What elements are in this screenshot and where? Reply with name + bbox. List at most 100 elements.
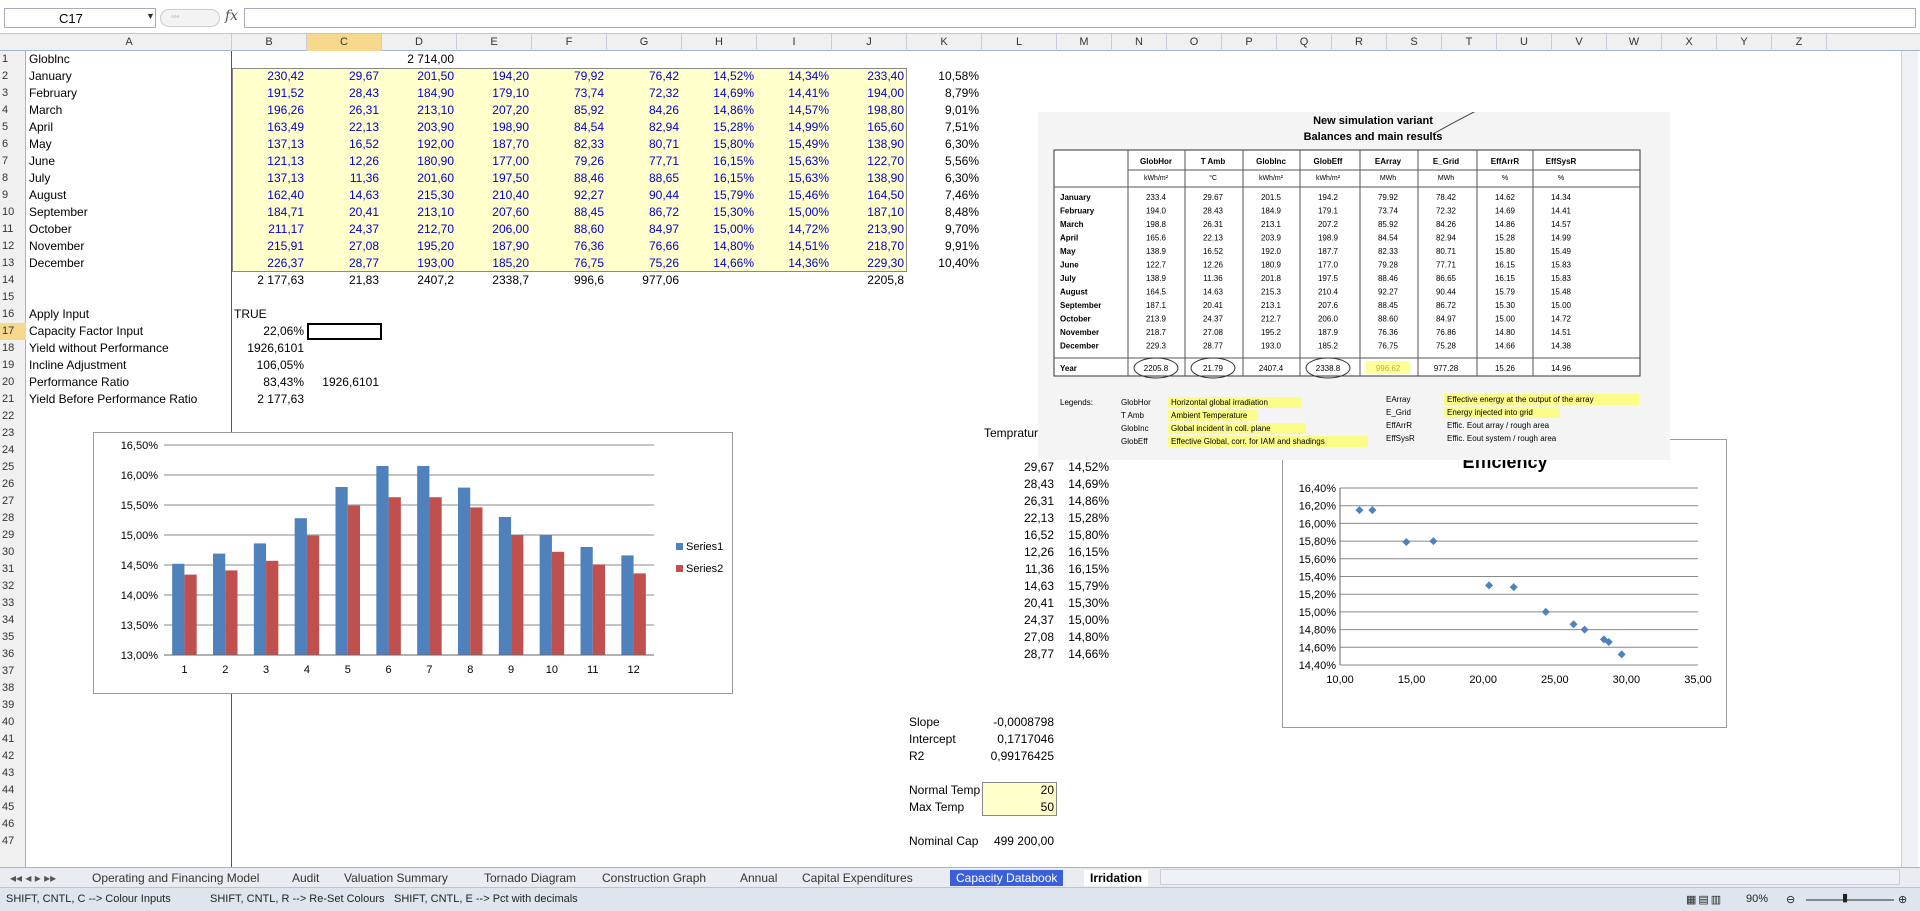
cell-H2[interactable]: 14,52% [682,68,757,85]
row-header-4[interactable]: 4 [0,102,26,119]
cell-C12[interactable]: 27,08 [307,238,382,255]
cell-B19[interactable]: 106,05% [232,357,307,374]
cell-A8[interactable]: July [27,170,232,187]
cell-I3[interactable]: 14,41% [757,85,832,102]
cell-F6[interactable]: 82,33 [532,136,607,153]
column-header-D[interactable]: D [382,34,457,51]
cell-A5[interactable]: April [27,119,232,136]
cell-D13[interactable]: 193,00 [382,255,457,272]
cell-E5[interactable]: 198,90 [457,119,532,136]
cell-E11[interactable]: 206,00 [457,221,532,238]
row-header-11[interactable]: 11 [0,221,26,238]
cell-B18[interactable]: 1926,6101 [232,340,307,357]
row-header-14[interactable]: 14 [0,272,26,289]
column-header-H[interactable]: H [682,34,757,51]
cell-H10[interactable]: 15,30% [682,204,757,221]
cell-D6[interactable]: 192,00 [382,136,457,153]
tab-annual[interactable]: Annual [734,870,783,886]
cell-D3[interactable]: 184,90 [382,85,457,102]
cell-F5[interactable]: 84,54 [532,119,607,136]
cell-L32[interactable]: 14,63 [982,578,1057,595]
cell-B7[interactable]: 121,13 [232,153,307,170]
row-header-15[interactable]: 15 [0,289,26,306]
cell-K6[interactable]: 6,30% [907,136,982,153]
cell-J5[interactable]: 165,60 [832,119,907,136]
cell-F3[interactable]: 73,74 [532,85,607,102]
row-header-9[interactable]: 9 [0,187,26,204]
cell-C8[interactable]: 11,36 [307,170,382,187]
row-header-18[interactable]: 18 [0,340,26,357]
row-header-42[interactable]: 42 [0,748,26,765]
cell-I13[interactable]: 14,36% [757,255,832,272]
row-header-44[interactable]: 44 [0,782,26,799]
cell-K42[interactable]: R2 [907,748,982,765]
pasted-scan-image[interactable]: New simulation variant Balances and main … [1038,109,1670,460]
cell-J4[interactable]: 198,80 [832,102,907,119]
tab-construction-graph[interactable]: Construction Graph [596,870,712,886]
cell-K45[interactable]: Max Temp [907,799,982,816]
column-header-A[interactable]: A [27,34,232,51]
cell-B4[interactable]: 196,26 [232,102,307,119]
cell-D12[interactable]: 195,20 [382,238,457,255]
cell-G3[interactable]: 72,32 [607,85,682,102]
cell-L25[interactable]: 29,67 [982,459,1057,476]
column-header-K[interactable]: K [907,34,982,51]
row-header-37[interactable]: 37 [0,663,26,680]
cell-K13[interactable]: 10,40% [907,255,982,272]
cell-C14[interactable]: 21,83 [307,272,382,289]
tab-operating-and-financing-model[interactable]: Operating and Financing Model [86,870,265,886]
chevron-down-icon[interactable]: ▼ [146,11,155,21]
cell-D9[interactable]: 215,30 [382,187,457,204]
cell-I10[interactable]: 15,00% [757,204,832,221]
cell-F4[interactable]: 85,92 [532,102,607,119]
cell-K5[interactable]: 7,51% [907,119,982,136]
cell-B13[interactable]: 226,37 [232,255,307,272]
column-header-X[interactable]: X [1662,34,1717,51]
cell-C10[interactable]: 20,41 [307,204,382,221]
row-header-46[interactable]: 46 [0,816,26,833]
cell-F10[interactable]: 88,45 [532,204,607,221]
cell-E13[interactable]: 185,20 [457,255,532,272]
cell-A13[interactable]: December [27,255,232,272]
zoom-in-icon[interactable]: ⊕ [1898,893,1907,906]
cell-J7[interactable]: 122,70 [832,153,907,170]
cell-G13[interactable]: 75,26 [607,255,682,272]
cell-G9[interactable]: 90,44 [607,187,682,204]
cell-E7[interactable]: 177,00 [457,153,532,170]
cell-K7[interactable]: 5,56% [907,153,982,170]
row-header-6[interactable]: 6 [0,136,26,153]
cell-F13[interactable]: 76,75 [532,255,607,272]
cell-C3[interactable]: 28,43 [307,85,382,102]
cell-F11[interactable]: 88,60 [532,221,607,238]
cell-A19[interactable]: Incline Adjustment [27,357,232,374]
cell-K4[interactable]: 9,01% [907,102,982,119]
cell-I7[interactable]: 15,63% [757,153,832,170]
cell-L36[interactable]: 28,77 [982,646,1057,663]
row-header-35[interactable]: 35 [0,629,26,646]
cell-D5[interactable]: 203,90 [382,119,457,136]
cell-K2[interactable]: 10,58% [907,68,982,85]
tab-valuation-summary[interactable]: Valuation Summary [338,870,454,886]
cell-A10[interactable]: September [27,204,232,221]
cell-B3[interactable]: 191,52 [232,85,307,102]
cell-F9[interactable]: 92,27 [532,187,607,204]
tab-tornado-diagram[interactable]: Tornado Diagram [478,870,582,886]
cell-I6[interactable]: 15,49% [757,136,832,153]
row-header-39[interactable]: 39 [0,697,26,714]
cell-L34[interactable]: 24,37 [982,612,1057,629]
cell-B9[interactable]: 162,40 [232,187,307,204]
name-box[interactable]: C17 [4,8,156,28]
cell-B8[interactable]: 137,13 [232,170,307,187]
row-header-12[interactable]: 12 [0,238,26,255]
cell-H9[interactable]: 15,79% [682,187,757,204]
cell-K47[interactable]: Nominal Cap [907,833,982,850]
row-header-8[interactable]: 8 [0,170,26,187]
cell-B5[interactable]: 163,49 [232,119,307,136]
cell-E14[interactable]: 2338,7 [457,272,532,289]
cell-D4[interactable]: 213,10 [382,102,457,119]
cell-D1[interactable]: 2 714,00 [382,51,457,68]
cell-C4[interactable]: 26,31 [307,102,382,119]
cell-L27[interactable]: 26,31 [982,493,1057,510]
cell-E10[interactable]: 207,60 [457,204,532,221]
row-header-2[interactable]: 2 [0,68,26,85]
